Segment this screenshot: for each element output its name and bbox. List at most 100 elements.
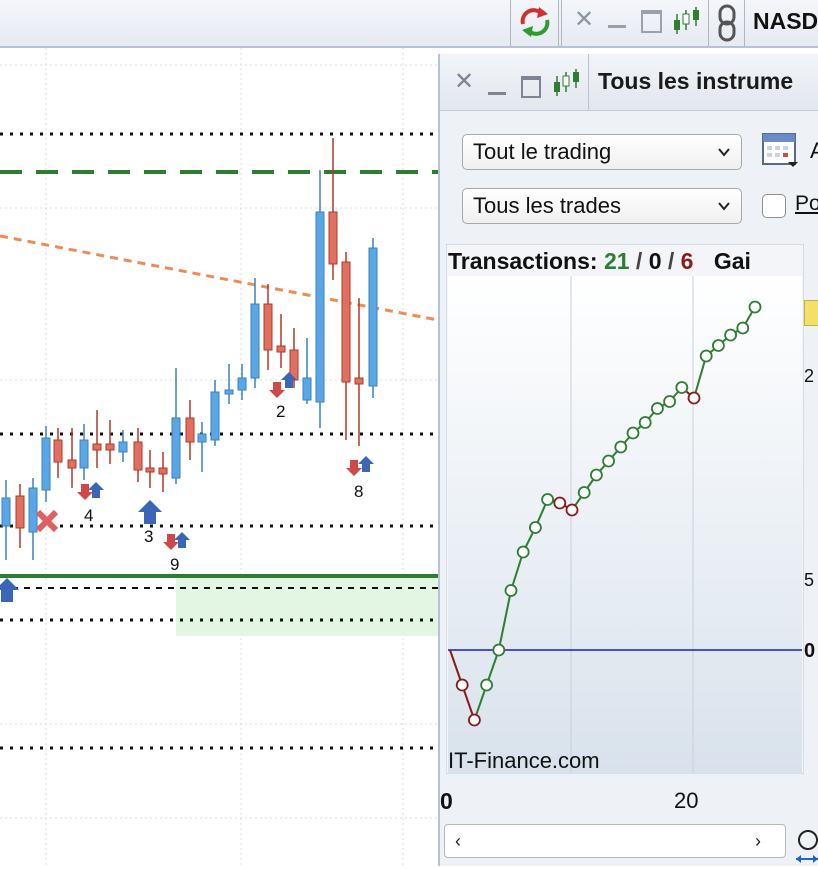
sell-arrow-icon [163,534,179,550]
calendar-label: A [810,138,818,163]
panel-header: ✕ Tous les instrume [440,54,818,111]
equity-point [480,678,493,692]
separator: / [667,248,675,274]
trades-select[interactable]: Tous les trades [462,188,742,224]
equity-point [492,643,506,657]
period-select[interactable]: Tout le trading [462,134,742,170]
maximize-icon[interactable] [641,10,662,33]
toolbar-divider [510,0,511,46]
even-count: 0 [648,248,662,274]
candle-body [1,497,11,527]
maximize-icon[interactable] [521,76,541,98]
losses-count: 6 [680,248,694,274]
equity-point [529,521,542,534]
equity-point [711,339,725,352]
link-icon[interactable] [716,4,738,47]
candle-body [197,433,207,443]
toolbar-divider [744,0,745,46]
symbol-label[interactable]: NASD [753,8,818,35]
trade-label: 8 [354,482,363,501]
equity-point [650,402,664,415]
candle-body [250,303,260,379]
candlestick-icon[interactable] [672,6,702,41]
candle-body [15,495,25,529]
equity-point [577,486,591,499]
panel-title: Tous les instrume [598,68,794,94]
equity-point [455,678,469,692]
candle-body [92,443,102,451]
close-icon[interactable]: ✕ [574,8,594,32]
candle-body [224,389,234,395]
candle-body [328,211,338,265]
transactions-summary: Transactions: 21 / 0 / 6 Gai [448,248,751,275]
equity-point [467,713,481,727]
candle-body [133,441,143,471]
header-divider [588,54,589,110]
y-tick-label: 2 [804,366,815,386]
equity-point [748,300,762,314]
trade-label: 3 [144,527,153,546]
candle-body [237,377,247,391]
candle-body [263,303,273,351]
option-checkbox[interactable] [762,194,786,218]
minimize-icon[interactable] [608,25,626,28]
candle-body [171,417,181,479]
chevron-down-icon [718,148,730,157]
equity-point [614,440,628,454]
candlestick-icon[interactable] [552,68,582,103]
x-tick-label: 20 [674,788,699,813]
equity-point [699,349,713,363]
option-checkbox-label[interactable]: Po [795,192,818,216]
horizontal-scrollbar[interactable]: ‹ › [444,824,786,858]
gain-label: Gai [713,248,751,274]
candles [1,138,378,560]
candle-body [210,391,220,441]
candle-body [53,439,63,463]
equity-point [541,493,554,506]
value-badge [804,300,818,326]
buy-arrow-icon [174,532,190,548]
sell-arrow-icon [269,382,285,398]
exit-cross-icon [35,509,59,533]
trades-select-value: Tous les trades [473,193,621,218]
price-chart[interactable]: 2 4 3 9 8 [0,48,438,866]
trade-label: 4 [84,506,93,525]
minimize-icon[interactable] [488,92,506,95]
equity-point [516,545,530,559]
candle-body [118,441,128,453]
candle-body [158,467,168,475]
trade-label: 2 [276,402,285,421]
candle-body [276,345,286,353]
calendar-icon[interactable] [760,128,800,173]
refresh-icon[interactable] [515,4,551,40]
candle-body [105,443,115,451]
close-icon[interactable]: ✕ [454,70,474,94]
candle-body [302,377,312,401]
candle-body [354,377,364,385]
equity-point [663,395,677,408]
sell-arrow-icon [77,484,93,500]
equity-point [602,454,616,468]
toolbar-divider [561,0,562,46]
watermark: IT-Finance.com [448,748,600,773]
level-lines [0,132,438,750]
candle-body [41,437,51,491]
x-tick-label: 0 [440,788,453,814]
transactions-label: Transactions: [448,248,598,274]
equity-point [638,416,652,429]
scroll-right-icon[interactable]: › [755,831,761,852]
equity-point [589,468,603,482]
buy-arrow-icon [138,500,162,524]
equity-point [565,503,579,517]
candle-body [315,211,325,403]
zoom-icon[interactable] [794,828,818,869]
candle-body [368,247,378,387]
candle-body [185,417,195,443]
equity-point [736,321,750,335]
instruments-panel: ✕ Tous les instrume Tout le trading Tous… [438,54,818,866]
candle-body [145,467,155,473]
toolbar-divider [708,0,709,46]
scroll-left-icon[interactable]: ‹ [455,831,461,852]
candle-body [341,261,351,383]
equity-chart[interactable] [445,243,805,776]
